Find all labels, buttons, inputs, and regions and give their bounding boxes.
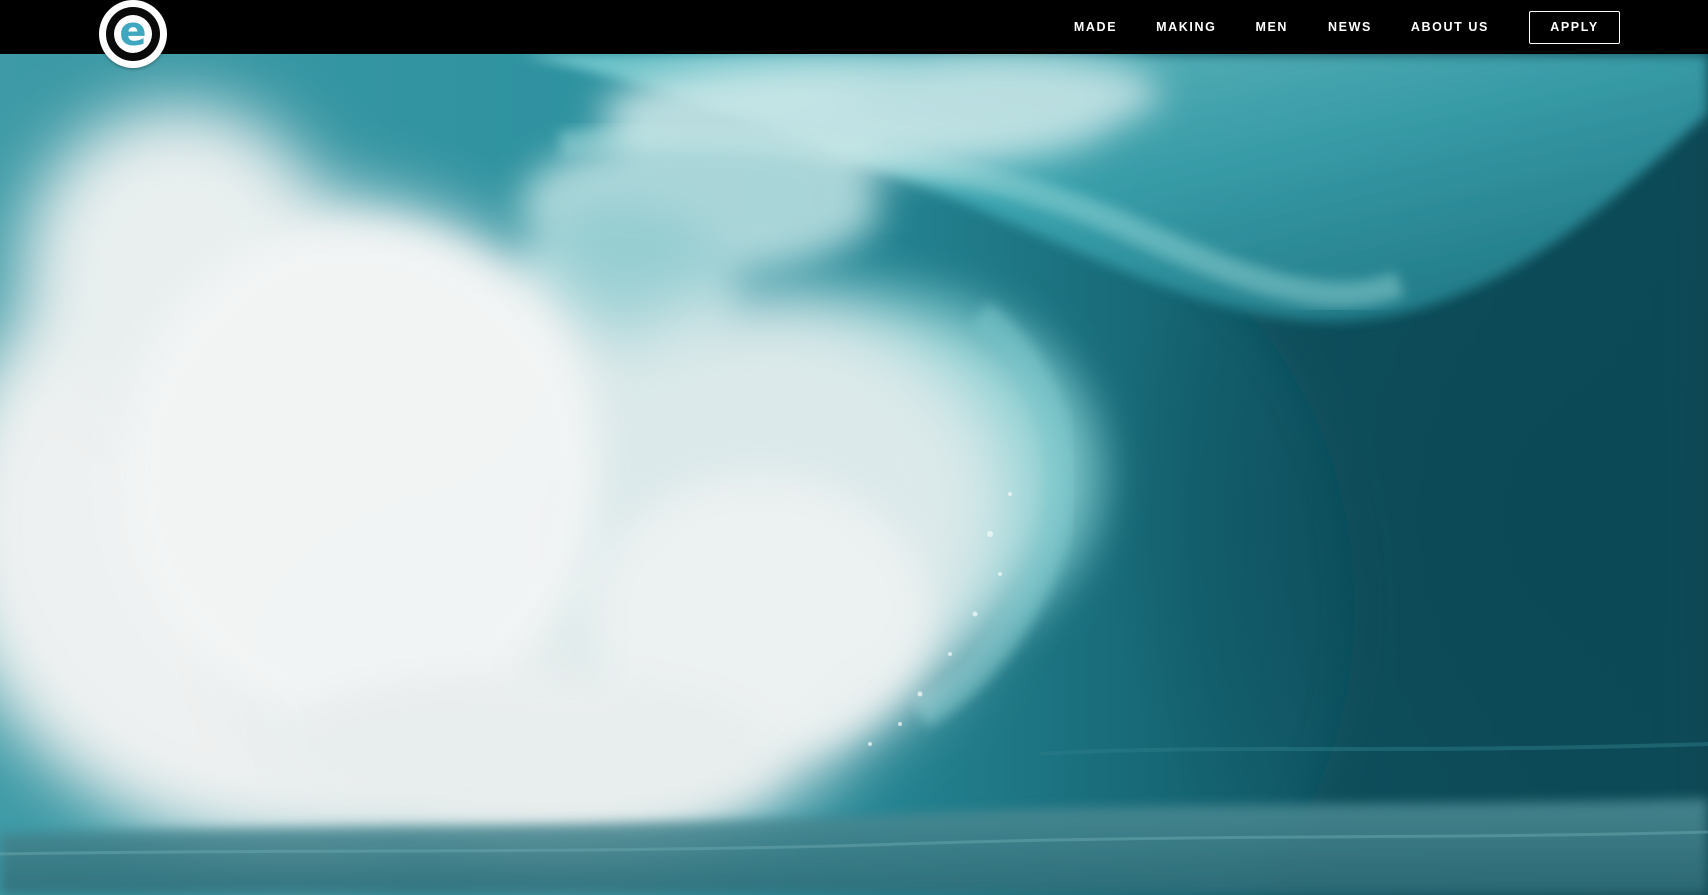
nav-item-made[interactable]: MADE bbox=[1074, 20, 1117, 34]
logo-ring-icon: e bbox=[106, 7, 160, 61]
logo-letter: e bbox=[114, 12, 152, 53]
apply-button[interactable]: APPLY bbox=[1529, 10, 1620, 44]
site-logo[interactable]: e bbox=[99, 0, 167, 68]
hero-wave-image bbox=[0, 54, 1708, 895]
main-nav: MADE MAKING MEN NEWS ABOUT US APPLY bbox=[1074, 0, 1708, 54]
nav-item-about-us[interactable]: ABOUT US bbox=[1411, 20, 1489, 34]
nav-item-making[interactable]: MAKING bbox=[1156, 20, 1216, 34]
nav-item-news[interactable]: NEWS bbox=[1328, 20, 1372, 34]
nav-item-men[interactable]: MEN bbox=[1255, 20, 1288, 34]
page: e MADE MAKING MEN NEWS ABOUT US APPLY bbox=[0, 0, 1708, 895]
